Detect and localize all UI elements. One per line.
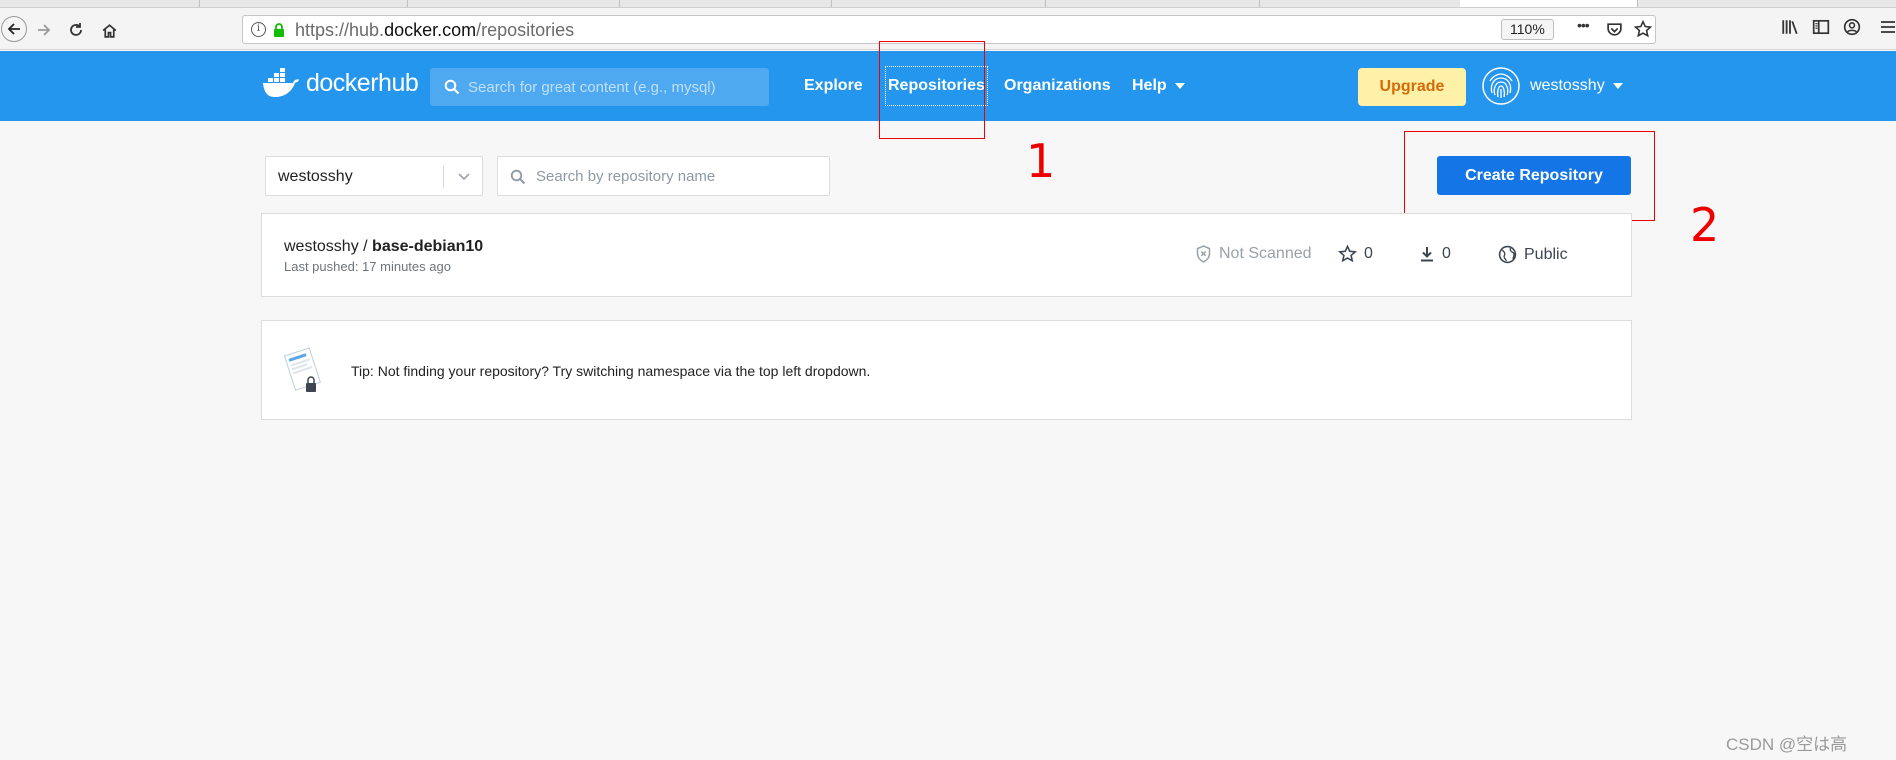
username-label: westosshy <box>1530 77 1605 94</box>
browser-tab[interactable] <box>408 0 620 7</box>
repository-tip-illustration-icon <box>284 347 322 392</box>
download-icon <box>1421 247 1433 262</box>
reload-icon <box>70 23 82 36</box>
home-button[interactable] <box>97 18 121 42</box>
url-text[interactable]: https://hub.docker.com/repositories <box>295 20 574 41</box>
browser-tab-active[interactable] <box>1460 0 1638 7</box>
zoom-indicator[interactable]: 110% <box>1501 19 1554 40</box>
browser-tab[interactable] <box>832 0 1046 7</box>
url-domain: docker.com <box>384 20 477 40</box>
search-icon <box>444 79 460 95</box>
lock-icon <box>274 23 284 37</box>
logo-text: dockerhub <box>306 68 419 97</box>
repo-visibility: Public <box>1498 245 1568 264</box>
browser-tab[interactable] <box>1046 0 1260 7</box>
create-repository-button[interactable]: Create Repository <box>1437 156 1631 195</box>
hub-search-box[interactable] <box>430 68 769 106</box>
hub-search-input[interactable] <box>468 68 758 106</box>
bookmark-star-icon[interactable] <box>1634 20 1652 38</box>
account-icon[interactable] <box>1843 18 1861 36</box>
repo-downloads: 0 <box>1419 245 1451 263</box>
repo-downloads-count: 0 <box>1442 245 1451 262</box>
arrow-left-icon <box>7 23 20 35</box>
annotation-number-2: 2 <box>1690 198 1720 252</box>
reload-button[interactable] <box>64 18 88 42</box>
chevron-down-icon <box>458 173 470 181</box>
repo-stars: 0 <box>1338 245 1373 263</box>
tip-text: Tip: Not finding your repository? Try sw… <box>351 363 871 379</box>
repo-visibility-label: Public <box>1524 245 1568 263</box>
sidebar-icon[interactable] <box>1812 18 1830 36</box>
search-icon <box>510 169 526 185</box>
fingerprint-avatar-icon[interactable] <box>1482 67 1520 105</box>
annotation-number-1: 1 <box>1026 134 1056 188</box>
repo-separator: / <box>358 238 373 255</box>
url-prefix: https://hub. <box>295 20 385 40</box>
watermark: CSDN @空は高 <box>1726 735 1848 754</box>
repo-search-input[interactable] <box>536 157 821 195</box>
url-bar[interactable]: i https://hub.docker.com/repositories 11… <box>242 15 1656 44</box>
select-divider <box>443 166 444 188</box>
library-icon[interactable] <box>1781 18 1799 36</box>
docker-whale-icon <box>263 68 299 97</box>
browser-tab-strip <box>0 0 1896 8</box>
nav-explore[interactable]: Explore <box>804 77 863 95</box>
menu-icon[interactable] <box>1880 18 1896 36</box>
repo-search-box[interactable] <box>497 156 830 196</box>
home-icon <box>102 23 116 38</box>
page-actions-button[interactable]: ••• <box>1577 17 1590 33</box>
docker-hub-logo[interactable]: dockerhub <box>262 68 419 98</box>
nav-help[interactable]: Help <box>1132 77 1185 95</box>
browser-tab[interactable] <box>620 0 832 7</box>
annotation-box-1 <box>879 41 985 139</box>
chevron-down-icon <box>1612 82 1623 89</box>
globe-icon <box>1498 245 1517 264</box>
browser-tab[interactable] <box>200 0 408 7</box>
repo-title: westosshy / base-debian10 <box>284 238 483 256</box>
upgrade-button[interactable]: Upgrade <box>1358 68 1466 106</box>
url-path: /repositories <box>476 20 575 40</box>
repo-name: base-debian10 <box>372 238 484 255</box>
user-menu[interactable]: westosshy <box>1530 77 1623 95</box>
scan-status: Not Scanned <box>1195 245 1312 263</box>
nav-help-label: Help <box>1132 77 1167 94</box>
namespace-select[interactable]: westosshy <box>265 156 483 196</box>
repo-namespace: westosshy <box>284 238 359 255</box>
pocket-icon[interactable] <box>1606 21 1623 38</box>
chevron-down-icon <box>1174 82 1185 89</box>
forward-button[interactable] <box>32 18 56 42</box>
repository-row[interactable]: westosshy / base-debian10 Last pushed: 1… <box>261 213 1632 297</box>
star-icon <box>1338 245 1357 263</box>
browser-tab[interactable] <box>0 0 200 7</box>
nav-organizations[interactable]: Organizations <box>1004 77 1111 95</box>
repo-stars-count: 0 <box>1364 245 1373 262</box>
repo-last-pushed: Last pushed: 17 minutes ago <box>284 259 451 274</box>
info-icon[interactable]: i <box>251 22 266 37</box>
scan-status-label: Not Scanned <box>1219 245 1312 262</box>
back-button[interactable] <box>1 16 27 42</box>
shield-x-icon <box>1196 245 1211 263</box>
arrow-right-icon <box>38 24 51 36</box>
tip-card: Tip: Not finding your repository? Try sw… <box>261 320 1632 420</box>
namespace-value: westosshy <box>278 168 353 185</box>
